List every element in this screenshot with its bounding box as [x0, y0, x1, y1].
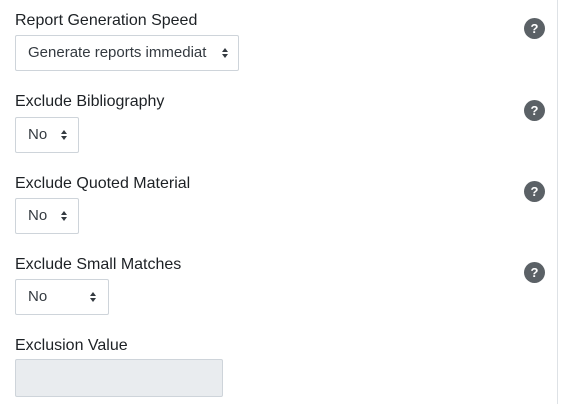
exclusion-value-input[interactable] [15, 359, 223, 397]
select-caret-icon [61, 211, 67, 221]
quoted-select[interactable]: No [15, 198, 79, 234]
select-caret-icon [222, 48, 228, 58]
select-caret-icon [90, 292, 96, 302]
select-caret-icon [61, 130, 67, 140]
bibliography-help-icon[interactable]: ? [524, 100, 545, 121]
small-matches-select[interactable]: No [15, 279, 109, 315]
speed-select-value: Generate reports immediat [28, 44, 207, 61]
quoted-label: Exclude Quoted Material [15, 175, 191, 192]
bibliography-select[interactable]: No [15, 117, 79, 153]
speed-select[interactable]: Generate reports immediat [15, 35, 239, 71]
bibliography-label: Exclude Bibliography [15, 93, 165, 110]
speed-label: Report Generation Speed [15, 12, 198, 29]
speed-help-icon[interactable]: ? [524, 18, 545, 39]
bibliography-select-value: No [28, 126, 48, 143]
quoted-select-value: No [28, 207, 48, 224]
settings-form: Report Generation Speed Generate reports… [0, 0, 565, 404]
panel-border [557, 0, 558, 404]
small-matches-help-icon[interactable]: ? [524, 262, 545, 283]
quoted-help-icon[interactable]: ? [524, 181, 545, 202]
small-matches-label: Exclude Small Matches [15, 256, 182, 273]
exclusion-value-label: Exclusion Value [15, 337, 128, 354]
small-matches-select-value: No [28, 288, 48, 305]
